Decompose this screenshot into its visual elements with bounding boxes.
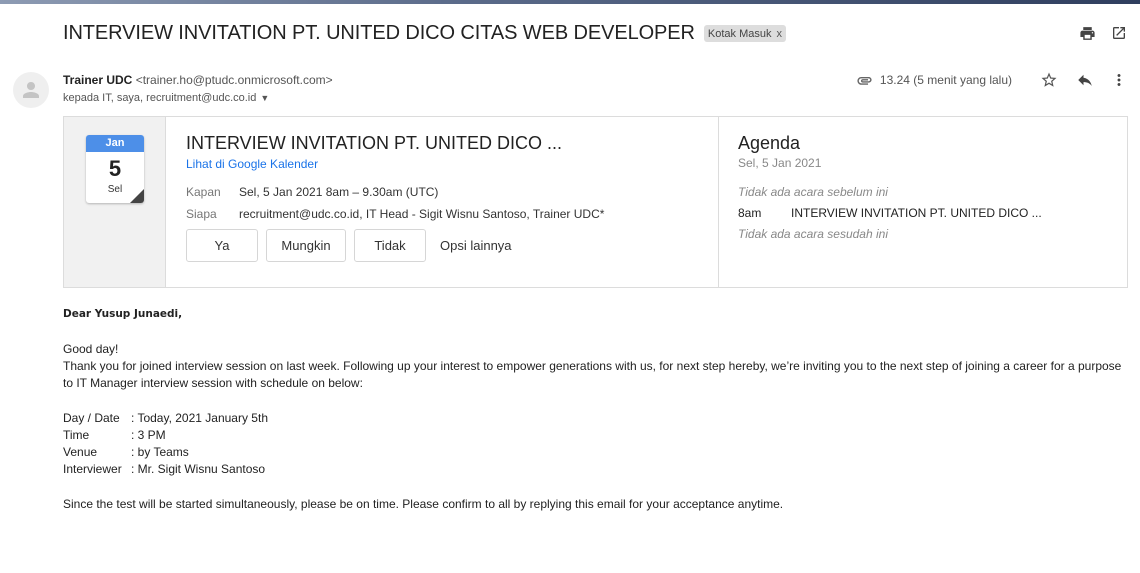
person-icon	[23, 82, 39, 98]
detail-row: Interviewer : Mr. Sigit Wisnu Santoso	[63, 461, 1128, 478]
google-calendar-link[interactable]: Lihat di Google Kalender	[186, 157, 718, 171]
message-meta: 13.24 (5 menit yang lalu)	[846, 71, 1128, 89]
who-row: Siapa recruitment@udc.co.id, IT Head - S…	[186, 207, 718, 221]
page-fold-icon	[130, 189, 144, 203]
agenda-event-title: INTERVIEW INVITATION PT. UNITED DICO ...	[791, 206, 1042, 220]
reply-icon[interactable]	[1076, 71, 1094, 89]
agenda-event-item[interactable]: 8am INTERVIEW INVITATION PT. UNITED DICO…	[738, 206, 1127, 220]
detail-key: Time	[63, 428, 90, 442]
calendar-day: 5	[108, 156, 122, 181]
agenda-no-events-after: Tidak ada acara sesudah ini	[738, 227, 888, 241]
star-icon[interactable]	[1040, 71, 1058, 89]
message-time: 13.24 (5 menit yang lalu)	[879, 73, 1012, 87]
open-in-new-window-icon[interactable]	[1110, 24, 1128, 42]
calendar-icon-column: Jan 5 Sel	[64, 117, 166, 287]
detail-value: : Mr. Sigit Wisnu Santoso	[131, 462, 266, 476]
agenda-date: Sel, 5 Jan 2021	[738, 156, 822, 170]
detail-value: : Today, 2021 January 5th	[131, 411, 268, 425]
rsvp-more-options[interactable]: Opsi lainnya	[440, 238, 512, 253]
agenda-panel: Agenda Sel, 5 Jan 2021 Tidak ada acara s…	[719, 117, 1127, 287]
label-text: Kotak Masuk	[707, 27, 772, 40]
email-subject: INTERVIEW INVITATION PT. UNITED DICO CIT…	[63, 22, 695, 44]
when-value: Sel, 5 Jan 2021 8am – 9.30am (UTC)	[239, 185, 439, 199]
calendar-month: Jan	[86, 135, 144, 152]
schedule-details: Day / Date : Today, 2021 January 5th Tim…	[63, 410, 1128, 478]
caret-down-icon[interactable]: ▼	[260, 93, 269, 103]
greeting: Dear Yusup Junaedi,	[63, 308, 183, 320]
event-details: INTERVIEW INVITATION PT. UNITED DICO ...…	[166, 117, 719, 287]
print-icon[interactable]	[1078, 24, 1096, 42]
paperclip-icon	[856, 71, 874, 89]
detail-row: Venue : by Teams	[63, 444, 1128, 461]
remove-label-button[interactable]: x	[776, 28, 782, 40]
sender-avatar[interactable]	[13, 72, 49, 108]
recipients: kepada IT, saya, recruitment@udc.co.id	[63, 92, 257, 104]
calendar-invite-card: Jan 5 Sel INTERVIEW INVITATION PT. UNITE…	[63, 116, 1128, 288]
sender-email: <trainer.ho@ptudc.onmicrosoft.com>	[135, 73, 333, 87]
event-title: INTERVIEW INVITATION PT. UNITED DICO ...	[186, 133, 563, 153]
detail-key: Day / Date	[63, 411, 120, 425]
detail-key: Venue	[63, 445, 98, 459]
who-label: Siapa	[186, 207, 217, 221]
when-row: Kapan Sel, 5 Jan 2021 8am – 9.30am (UTC)	[186, 185, 718, 199]
event-info: Kapan Sel, 5 Jan 2021 8am – 9.30am (UTC)…	[186, 185, 718, 221]
body-paragraph: Thank you for joined interview session o…	[63, 359, 1122, 390]
rsvp-no-button[interactable]: Tidak	[354, 229, 426, 262]
detail-value: : 3 PM	[131, 428, 166, 442]
subject-row: INTERVIEW INVITATION PT. UNITED DICO CIT…	[63, 22, 786, 45]
detail-key: Interviewer	[63, 462, 122, 476]
sender-name[interactable]: Trainer UDC	[63, 73, 132, 87]
closing-paragraph: Since the test will be started simultane…	[63, 497, 784, 511]
rsvp-maybe-button[interactable]: Mungkin	[266, 229, 346, 262]
agenda-event-time: 8am	[738, 206, 762, 220]
detail-row: Day / Date : Today, 2021 January 5th	[63, 410, 1128, 427]
rsvp-buttons: Ya Mungkin Tidak Opsi lainnya	[186, 229, 718, 262]
body-line-good-day: Good day!	[63, 342, 119, 356]
inbox-label-chip[interactable]: Kotak Masuk x	[703, 25, 786, 42]
calendar-date-icon: Jan 5 Sel	[86, 135, 144, 203]
when-label: Kapan	[186, 185, 221, 199]
detail-value: : by Teams	[131, 445, 189, 459]
who-value: recruitment@udc.co.id, IT Head - Sigit W…	[239, 207, 605, 221]
more-vertical-icon[interactable]	[1110, 71, 1128, 89]
agenda-title: Agenda	[738, 133, 801, 153]
header-actions	[1078, 24, 1128, 42]
email-body: Dear Yusup Junaedi, Good day! Thank you …	[63, 306, 1128, 513]
rsvp-yes-button[interactable]: Ya	[186, 229, 258, 262]
agenda-no-events-before: Tidak ada acara sebelum ini	[738, 185, 888, 199]
sender-block: Trainer UDC <trainer.ho@ptudc.onmicrosof…	[63, 73, 333, 104]
top-banner-strip	[0, 0, 1140, 4]
detail-row: Time : 3 PM	[63, 427, 1128, 444]
